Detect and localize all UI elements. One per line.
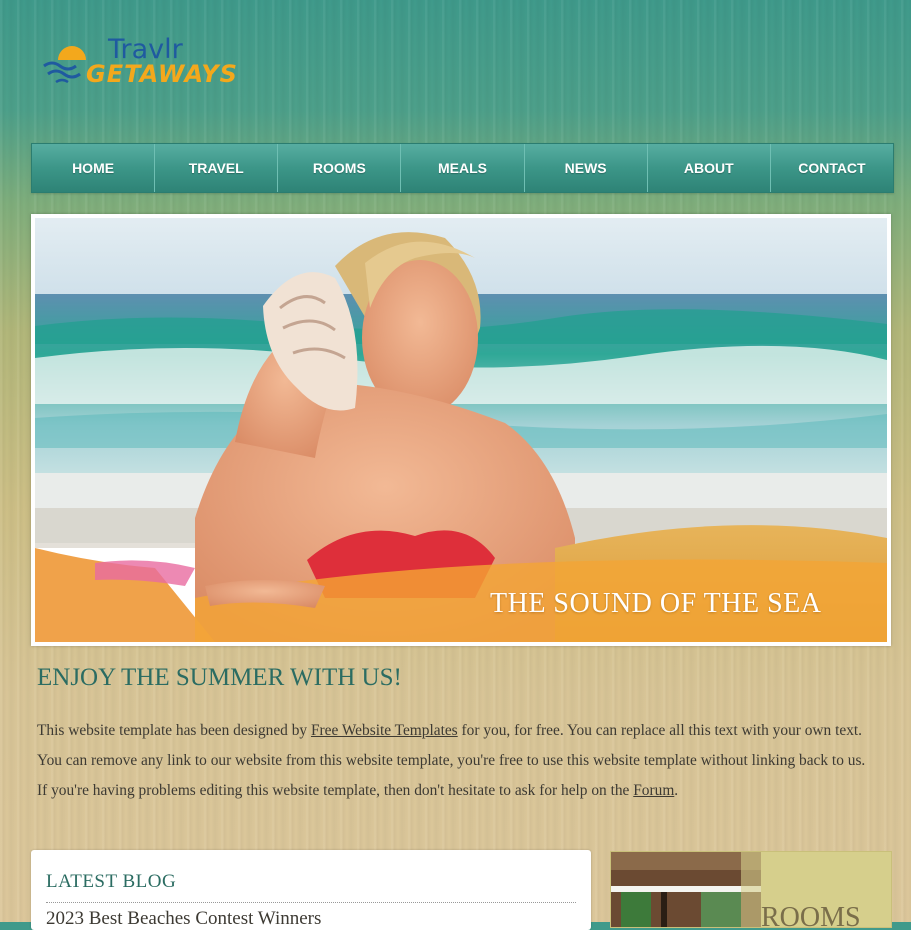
site-logo[interactable]: Travlr GETAWAYS <box>42 34 237 104</box>
latest-blog-title: LATEST BLOG <box>46 871 177 892</box>
nav-item-news[interactable]: NEWS <box>525 144 648 192</box>
rooms-thumbnail-image <box>611 852 761 927</box>
blog-divider <box>46 902 576 903</box>
section-heading: ENJOY THE SUMMER WITH US! <box>37 664 402 691</box>
nav-item-home[interactable]: HOME <box>32 144 156 192</box>
hero-banner <box>31 214 891 646</box>
intro-text-3: . <box>674 782 679 799</box>
nav-item-travel[interactable]: TRAVEL <box>155 144 279 192</box>
nav-item-meals[interactable]: MEALS <box>401 144 525 192</box>
hero-caption: THE SOUND OF THE SEA <box>490 588 822 619</box>
nav-item-about[interactable]: ABOUT <box>648 144 771 192</box>
main-nav: HOME TRAVEL ROOMS MEALS NEWS ABOUT CONTA… <box>31 143 894 193</box>
blog-post-link[interactable]: 2023 Best Beaches Contest Winners <box>46 908 321 930</box>
rooms-label: ROOMS <box>761 902 861 928</box>
intro-text-1: This website template has been designed … <box>37 722 311 739</box>
forum-link[interactable]: Forum <box>633 782 674 799</box>
nav-item-contact[interactable]: CONTACT <box>771 144 893 192</box>
nav-item-rooms[interactable]: ROOMS <box>278 144 402 192</box>
free-website-templates-link[interactable]: Free Website Templates <box>311 722 458 739</box>
rooms-panel[interactable]: ROOMS <box>610 851 892 928</box>
logo-text-getaways: GETAWAYS <box>86 60 238 88</box>
latest-blog-panel: LATEST BLOG 2023 Best Beaches Contest Wi… <box>31 850 591 930</box>
intro-paragraph: This website template has been designed … <box>37 716 877 806</box>
sun-waves-logo-icon <box>43 46 86 84</box>
beach-woman-shell-image <box>35 218 887 642</box>
